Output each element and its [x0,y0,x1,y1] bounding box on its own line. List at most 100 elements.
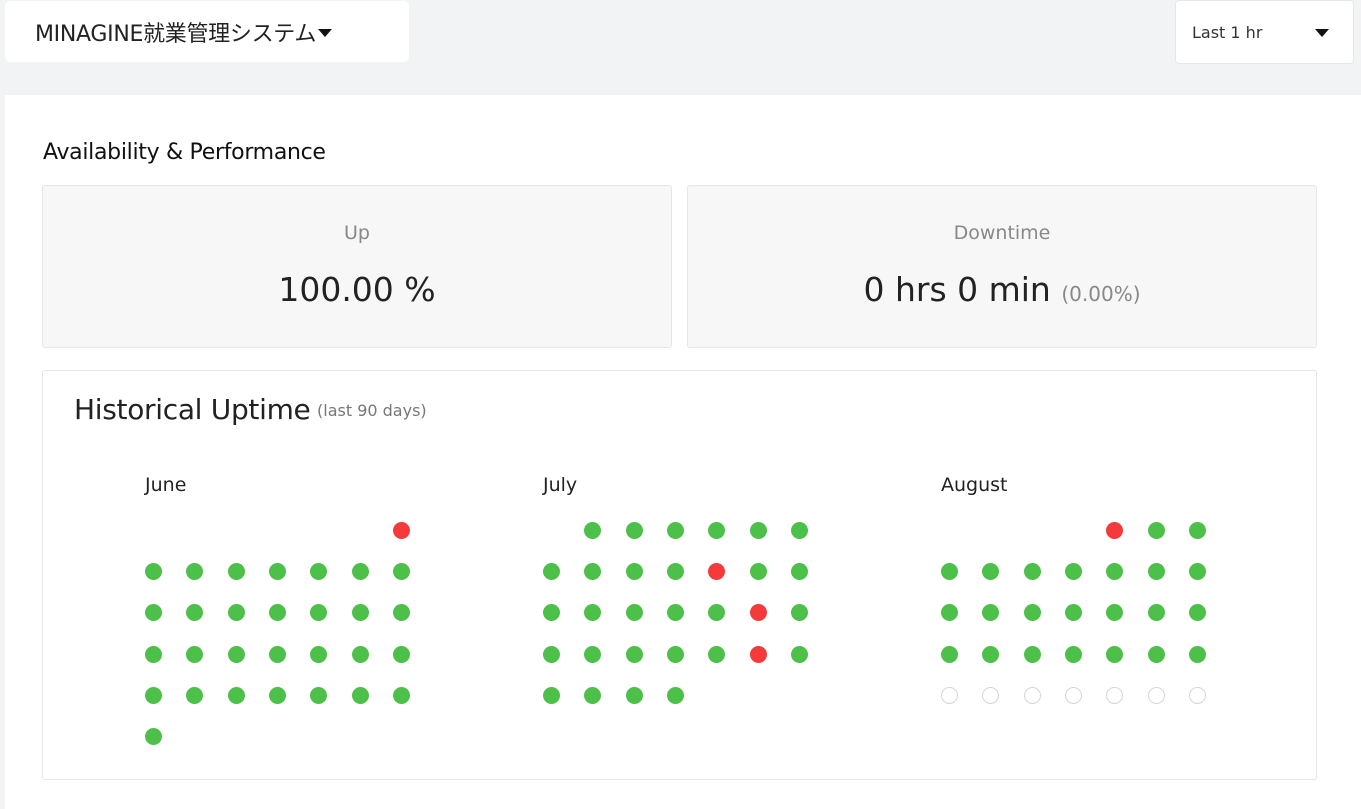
day-status-dot-up[interactable] [310,645,328,663]
site-selector[interactable]: MINAGINE就業管理システム [5,1,409,62]
day-status-dot-up[interactable] [790,645,808,663]
day-status-dot-none[interactable] [1106,686,1124,704]
day-status-dot-up[interactable] [1188,604,1206,622]
day-status-dot-up[interactable] [227,604,245,622]
day-status-dot-up[interactable] [392,563,410,581]
day-status-dot-up[interactable] [145,645,162,663]
day-status-dot-none[interactable] [1147,686,1165,704]
day-status-dot-none[interactable] [982,686,1000,704]
day-status-dot-up[interactable] [268,645,286,663]
day-status-dot-up[interactable] [749,522,767,539]
day-status-dot-up[interactable] [227,686,245,704]
day-status-dot-up[interactable] [584,645,602,663]
day-status-dot-up[interactable] [1106,645,1124,663]
day-status-dot-up[interactable] [982,563,1000,581]
day-status-dot-up[interactable] [666,686,684,704]
day-status-dot-up[interactable] [941,645,958,663]
site-name: MINAGINE就業管理システム [35,21,317,47]
day-status-dot-up[interactable] [145,728,162,745]
day-status-dot-up[interactable] [145,686,162,704]
day-status-dot-up[interactable] [584,686,602,704]
downtime-percent: (0.00%) [1061,282,1141,306]
day-status-dot-down[interactable] [708,563,726,581]
day-status-dot-up[interactable] [543,604,560,622]
day-status-dot-up[interactable] [186,686,204,704]
day-status-dot-up[interactable] [227,645,245,663]
day-status-dot-up[interactable] [1106,563,1124,581]
day-status-dot-up[interactable] [268,686,286,704]
day-status-dot-up[interactable] [1064,604,1082,622]
main-panel: Availability & Performance Up 100.00 % D… [5,95,1361,809]
day-status-dot-up[interactable] [666,563,684,581]
day-status-dot-up[interactable] [584,522,602,539]
day-status-dot-up[interactable] [186,645,204,663]
day-status-dot-up[interactable] [268,604,286,622]
day-status-dot-up[interactable] [625,522,643,539]
day-status-dot-up[interactable] [1188,563,1206,581]
day-status-dot-up[interactable] [1064,645,1082,663]
day-status-dot-up[interactable] [708,604,726,622]
day-status-dot-up[interactable] [227,563,245,581]
day-status-dot-up[interactable] [790,604,808,622]
day-status-dot-up[interactable] [351,604,369,622]
day-status-dot-up[interactable] [941,604,958,622]
day-status-dot-up[interactable] [1023,645,1041,663]
day-status-dot-up[interactable] [351,686,369,704]
day-status-dot-up[interactable] [1106,604,1124,622]
day-status-dot-up[interactable] [1147,645,1165,663]
day-status-dot-up[interactable] [666,522,684,539]
day-status-dot-down[interactable] [749,645,767,663]
day-status-dot-up[interactable] [351,563,369,581]
day-status-dot-up[interactable] [392,645,410,663]
day-status-dot-up[interactable] [625,563,643,581]
day-status-dot-up[interactable] [392,686,410,704]
day-status-dot-up[interactable] [584,563,602,581]
day-status-dot-up[interactable] [1023,604,1041,622]
day-status-dot-up[interactable] [708,522,726,539]
day-status-dot-up[interactable] [268,563,286,581]
day-status-dot-up[interactable] [145,563,162,581]
day-status-dot-up[interactable] [186,563,204,581]
day-status-dot-up[interactable] [749,563,767,581]
day-status-dot-up[interactable] [666,604,684,622]
day-status-dot-up[interactable] [790,563,808,581]
day-status-dot-down[interactable] [1106,522,1124,539]
day-status-dot-up[interactable] [543,563,560,581]
day-status-dot-up[interactable] [310,604,328,622]
day-status-dot-up[interactable] [666,645,684,663]
month-name: August [941,474,1008,496]
day-status-dot-down[interactable] [749,604,767,622]
day-status-dot-up[interactable] [1147,563,1165,581]
day-status-dot-up[interactable] [790,522,808,539]
day-status-dot-up[interactable] [351,645,369,663]
day-status-dot-none[interactable] [1023,686,1041,704]
day-status-dot-up[interactable] [392,604,410,622]
day-status-dot-up[interactable] [310,563,328,581]
day-status-dot-up[interactable] [543,686,560,704]
day-status-dot-up[interactable] [625,686,643,704]
day-status-dot-none[interactable] [941,686,958,704]
day-status-dot-up[interactable] [1188,645,1206,663]
day-status-dot-up[interactable] [145,604,162,622]
day-status-dot-up[interactable] [1147,522,1165,539]
day-status-dot-up[interactable] [625,604,643,622]
day-status-dot-up[interactable] [941,563,958,581]
day-status-dot-up[interactable] [982,645,1000,663]
day-status-dot-up[interactable] [543,645,560,663]
day-status-dot-up[interactable] [625,645,643,663]
day-status-dot-up[interactable] [584,604,602,622]
day-status-dot-up[interactable] [982,604,1000,622]
day-status-dot-up[interactable] [708,645,726,663]
day-status-dot-up[interactable] [310,686,328,704]
day-status-dot-up[interactable] [1147,604,1165,622]
day-status-dot-up[interactable] [1188,522,1206,539]
downtime-value-row: 0 hrs 0 min (0.00%) [688,270,1316,309]
day-status-dot-up[interactable] [186,604,204,622]
time-range-dropdown[interactable]: Last 1 hr [1175,0,1354,64]
day-status-dot-none[interactable] [1188,686,1206,704]
month-calendar-july: July [543,466,843,766]
day-status-dot-none[interactable] [1064,686,1082,704]
day-status-dot-up[interactable] [1064,563,1082,581]
day-status-dot-up[interactable] [1023,563,1041,581]
day-status-dot-down[interactable] [392,522,410,539]
